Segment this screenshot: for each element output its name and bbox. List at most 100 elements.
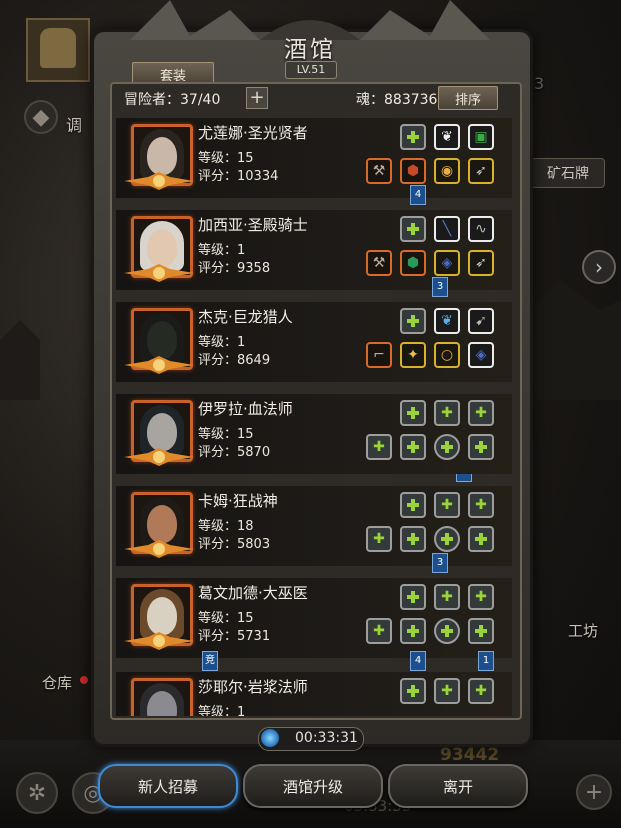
empty-slot[interactable]: ✚ xyxy=(434,584,460,610)
star-emblem-icon xyxy=(124,172,194,190)
feather-item-icon[interactable]: ❦ xyxy=(434,308,460,334)
sort-button[interactable]: 排序 xyxy=(438,86,498,110)
recruit-button[interactable]: 新人招募 xyxy=(98,764,238,808)
workshop-label[interactable]: 工坊 xyxy=(568,620,598,641)
empty-slot[interactable]: ✚ xyxy=(468,584,494,610)
link-tag: 4 xyxy=(410,651,426,671)
hero-level: 等级：18 xyxy=(198,519,254,534)
empty-slot[interactable] xyxy=(434,526,460,552)
empty-slot[interactable] xyxy=(400,434,426,460)
leave-button[interactable]: 离开 xyxy=(388,764,528,808)
tavern-level-badge: LV.51 xyxy=(285,61,337,79)
bow-item-icon[interactable]: ➹ xyxy=(468,308,494,334)
staff-item-icon[interactable]: ╲ xyxy=(434,216,460,242)
hero-card[interactable]: 伊罗拉·血法师 等级：15 评分：5870 ✚ ✚ ✚ xyxy=(116,394,512,474)
wings-item-icon[interactable]: ✦ xyxy=(400,342,426,368)
armor-item-icon[interactable]: ⬢ xyxy=(400,158,426,184)
empty-slot[interactable]: ✚ xyxy=(366,526,392,552)
orb-item-icon[interactable]: ◈ xyxy=(468,342,494,368)
empty-slot[interactable]: ✚ xyxy=(468,492,494,518)
spear-item-icon[interactable]: ➶ xyxy=(468,250,494,276)
empty-slot[interactable] xyxy=(468,618,494,644)
hero-score: 评分：9358 xyxy=(198,261,271,276)
hero-score: 评分：5803 xyxy=(198,537,271,552)
empty-slot[interactable] xyxy=(400,216,426,242)
gear-icon[interactable]: ✲ xyxy=(16,772,58,814)
ring-item-icon[interactable]: ◉ xyxy=(434,158,460,184)
empty-slot[interactable] xyxy=(434,434,460,460)
empty-slot[interactable] xyxy=(468,526,494,552)
empty-slot[interactable] xyxy=(400,618,426,644)
empty-slot[interactable]: ✚ xyxy=(434,678,460,704)
bg-counter: 3 xyxy=(534,74,545,93)
link-tag: 1 xyxy=(478,651,494,671)
hero-level: 等级：15 xyxy=(198,427,254,442)
empty-slot[interactable] xyxy=(434,618,460,644)
timer-text: 00:33:31 xyxy=(295,730,358,746)
armor-item-icon[interactable]: ⬢ xyxy=(400,250,426,276)
adventurer-count: 冒险者：37/40 xyxy=(124,92,221,108)
empty-slot[interactable] xyxy=(400,526,426,552)
star-emblem-icon xyxy=(124,540,194,558)
refresh-timer: 00:33:31 xyxy=(258,727,364,751)
warehouse-label[interactable]: 仓库 xyxy=(42,672,72,693)
star-emblem-icon xyxy=(124,264,194,282)
add-slot-button[interactable]: + xyxy=(246,87,268,109)
soul-amount: 魂：883736 xyxy=(356,92,438,108)
hero-name: 莎耶尔·岩浆法师 xyxy=(198,678,308,696)
empty-slot[interactable] xyxy=(400,124,426,150)
hero-level: 等级：1 xyxy=(198,705,246,716)
gold-amount: 93442 xyxy=(440,745,500,765)
player-avatar[interactable] xyxy=(26,18,90,82)
hero-portrait[interactable] xyxy=(131,678,193,716)
gun-item-icon[interactable]: ⌐ xyxy=(366,342,392,368)
hero-name: 伊罗拉·血法师 xyxy=(198,400,293,418)
hero-level: 等级：15 xyxy=(198,611,254,626)
empty-slot[interactable] xyxy=(400,492,426,518)
ore-button[interactable]: 矿石牌 xyxy=(531,158,605,188)
hero-score: 评分：5870 xyxy=(198,445,271,460)
ring-item-icon[interactable]: ○ xyxy=(434,342,460,368)
spear-item-icon[interactable]: ➶ xyxy=(468,158,494,184)
empty-slot[interactable]: ✚ xyxy=(468,678,494,704)
star-emblem-icon xyxy=(124,356,194,374)
necklace-item-icon[interactable]: ∿ xyxy=(468,216,494,242)
hero-card[interactable]: 葛文加德·大巫医 等级：15 评分：5731 ✚ ✚ ✚ xyxy=(116,578,512,658)
rune-item-icon[interactable]: ▣ xyxy=(468,124,494,150)
empty-slot[interactable]: ✚ xyxy=(434,492,460,518)
link-tag: 竞 xyxy=(202,651,218,671)
empty-slot[interactable] xyxy=(468,434,494,460)
hero-level: 等级：1 xyxy=(198,243,246,258)
hero-card[interactable]: 尤莲娜·圣光贤者 等级：15 评分：10334 ❦ ▣ ⚒ ⬢ ◉ ➶ xyxy=(116,118,512,198)
empty-slot[interactable]: ✚ xyxy=(366,618,392,644)
hero-name: 卡姆·狂战神 xyxy=(198,492,278,510)
star-emblem-icon xyxy=(124,448,194,466)
empty-slot[interactable]: ✚ xyxy=(434,400,460,426)
hero-card[interactable]: 杰克·巨龙猎人 等级：1 评分：8649 ❦ ➹ ⌐ ✦ ○ ◈ xyxy=(116,302,512,382)
empty-slot[interactable] xyxy=(400,308,426,334)
hero-card[interactable]: 卡姆·狂战神 等级：18 评分：5803 ✚ ✚ ✚ xyxy=(116,486,512,566)
empty-slot[interactable] xyxy=(400,678,426,704)
hero-name: 杰克·巨龙猎人 xyxy=(198,308,293,326)
hero-name: 尤莲娜·圣光贤者 xyxy=(198,124,308,142)
feather-item-icon[interactable]: ❦ xyxy=(434,124,460,150)
hero-card[interactable]: 莎耶尔·岩浆法师 等级：1 ✚ ✚ xyxy=(116,672,512,716)
hero-level: 等级：1 xyxy=(198,335,246,350)
axe-item-icon[interactable]: ⚒ xyxy=(366,250,392,276)
add-icon[interactable]: + xyxy=(576,774,612,810)
empty-slot[interactable]: ✚ xyxy=(468,400,494,426)
axe-item-icon[interactable]: ⚒ xyxy=(366,158,392,184)
page-title: 酒馆 xyxy=(284,37,336,63)
bg-menu-icon: ◆ xyxy=(24,100,58,134)
hero-list[interactable]: 尤莲娜·圣光贤者 等级：15 评分：10334 ❦ ▣ ⚒ ⬢ ◉ ➶ 4 加西… xyxy=(114,112,514,716)
link-tag: 3 xyxy=(432,553,448,573)
empty-slot[interactable] xyxy=(400,584,426,610)
bg-menu-label: 调 xyxy=(66,116,83,135)
empty-slot[interactable]: ✚ xyxy=(366,434,392,460)
orb-item-icon[interactable]: ◈ xyxy=(434,250,460,276)
hero-card[interactable]: 加西亚·圣殿骑士 等级：1 评分：9358 ╲ ∿ ⚒ ⬢ ◈ ➶ xyxy=(116,210,512,290)
empty-slot[interactable] xyxy=(400,400,426,426)
hero-name: 加西亚·圣殿骑士 xyxy=(198,216,308,234)
orb-icon xyxy=(261,729,279,747)
upgrade-tavern-button[interactable]: 酒馆升级 xyxy=(243,764,383,808)
